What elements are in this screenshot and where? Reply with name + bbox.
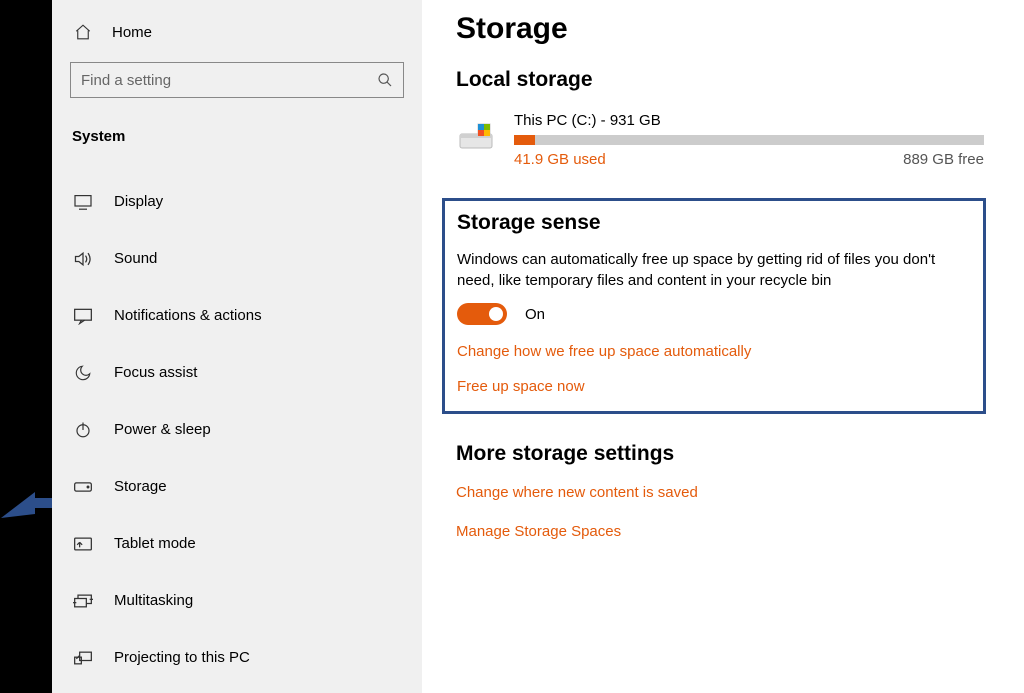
drive-usage-fill — [514, 135, 535, 145]
sidebar-item-label: Sound — [114, 250, 157, 267]
sidebar-item-label: Notifications & actions — [114, 307, 262, 324]
drive-info: This PC (C:) - 931 GB 41.9 GB used 889 G… — [514, 112, 984, 168]
power-icon — [72, 421, 94, 439]
storage-sense-section: Storage sense Windows can automatically … — [442, 198, 986, 414]
drive-name: This PC (C:) - 931 GB — [514, 112, 984, 129]
sidebar-item-sound[interactable]: Sound — [52, 230, 422, 287]
sidebar-item-power-sleep[interactable]: Power & sleep — [52, 401, 422, 458]
sidebar-item-label: Projecting to this PC — [114, 649, 250, 666]
page-title: Storage — [456, 12, 984, 46]
drive-block[interactable]: This PC (C:) - 931 GB 41.9 GB used 889 G… — [456, 112, 984, 168]
link-manage-storage-spaces[interactable]: Manage Storage Spaces — [456, 523, 984, 540]
more-storage-settings-section: More storage settings Change where new c… — [456, 442, 984, 540]
search-icon — [377, 72, 393, 88]
main-content: Storage Local storage This PC (C:) - 931… — [440, 0, 1000, 562]
toggle-knob — [489, 307, 503, 321]
storage-sense-description: Windows can automatically free up space … — [457, 249, 971, 291]
storage-sense-toggle[interactable] — [457, 303, 507, 325]
sound-icon — [72, 250, 94, 268]
notifications-icon — [72, 307, 94, 325]
section-storage-sense-heading: Storage sense — [457, 211, 971, 235]
search-box[interactable] — [70, 62, 404, 98]
sidebar-nav-list: Display Sound Notifications & actions — [52, 173, 422, 686]
sidebar-item-notifications[interactable]: Notifications & actions — [52, 287, 422, 344]
focus-assist-icon — [72, 364, 94, 382]
drive-icon — [456, 116, 496, 156]
window-left-bar — [0, 0, 52, 693]
sidebar-item-label: Multitasking — [114, 592, 193, 609]
section-more-settings-heading: More storage settings — [456, 442, 984, 466]
sidebar-item-multitasking[interactable]: Multitasking — [52, 572, 422, 629]
sidebar-item-focus-assist[interactable]: Focus assist — [52, 344, 422, 401]
sidebar-item-label: Tablet mode — [114, 535, 196, 552]
sidebar-item-projecting[interactable]: Projecting to this PC — [52, 629, 422, 686]
link-change-free-up[interactable]: Change how we free up space automaticall… — [457, 343, 971, 360]
drive-usage-bar — [514, 135, 984, 145]
search-input[interactable] — [81, 72, 377, 89]
sidebar-home[interactable]: Home — [52, 12, 422, 52]
sidebar-item-tablet-mode[interactable]: Tablet mode — [52, 515, 422, 572]
sidebar-item-storage[interactable]: Storage — [52, 458, 422, 515]
display-icon — [72, 194, 94, 210]
sidebar-item-label: Focus assist — [114, 364, 197, 381]
sidebar-item-label: Display — [114, 193, 163, 210]
drive-used-label: 41.9 GB used — [514, 151, 606, 168]
sidebar-home-label: Home — [112, 24, 152, 41]
home-icon — [72, 23, 94, 41]
tablet-mode-icon — [72, 536, 94, 552]
sidebar-item-display[interactable]: Display — [52, 173, 422, 230]
link-change-where-saved[interactable]: Change where new content is saved — [456, 484, 984, 501]
link-free-up-now[interactable]: Free up space now — [457, 378, 971, 395]
storage-icon — [72, 481, 94, 493]
sidebar-category-system: System — [52, 106, 422, 155]
projecting-icon — [72, 650, 94, 666]
sidebar-item-label: Power & sleep — [114, 421, 211, 438]
drive-free-label: 889 GB free — [903, 151, 984, 168]
sidebar-item-label: Storage — [114, 478, 167, 495]
multitasking-icon — [72, 593, 94, 609]
settings-sidebar: Home System Display — [52, 0, 422, 693]
storage-sense-toggle-label: On — [525, 306, 545, 323]
section-local-storage-heading: Local storage — [456, 68, 984, 92]
